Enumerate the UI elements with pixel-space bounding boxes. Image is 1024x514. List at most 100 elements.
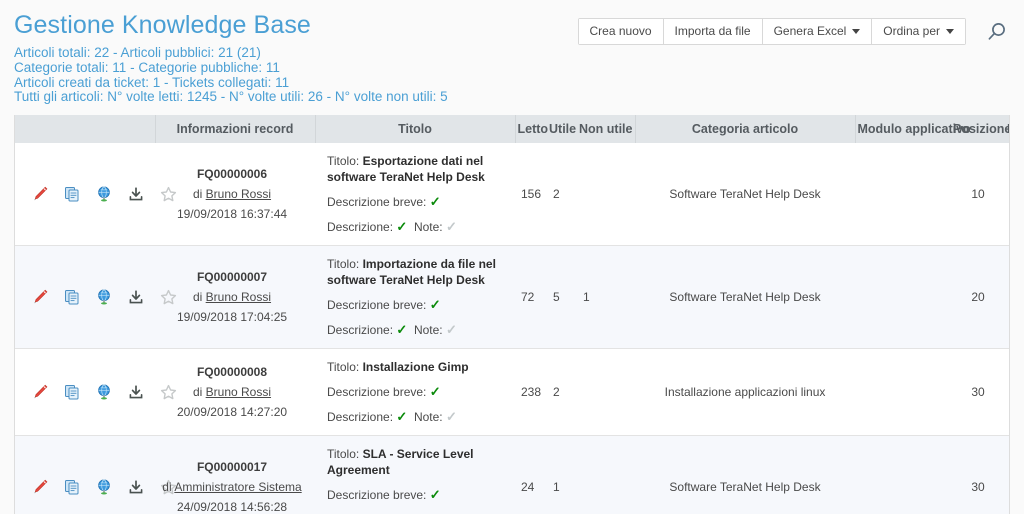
letto-value: 24 bbox=[515, 435, 547, 514]
descrizione-check-icon: ✓ bbox=[396, 322, 408, 337]
col-utile: Utile bbox=[547, 115, 577, 143]
utile-value: 1 bbox=[547, 435, 577, 514]
toolbar: Crea nuovo Importa da file Genera Excel … bbox=[577, 18, 1011, 45]
categoria-value: Software TeraNet Help Desk bbox=[635, 245, 855, 349]
descrizione-breve-row: Descrizione breve: ✓ bbox=[327, 194, 507, 210]
row-action-icons bbox=[17, 287, 177, 307]
letto-value: 156 bbox=[515, 143, 547, 246]
chevron-down-icon bbox=[852, 28, 861, 34]
toolbar-button-group: Crea nuovo Importa da file Genera Excel … bbox=[577, 18, 966, 45]
titolo-label: Titolo: bbox=[327, 154, 360, 168]
immagine-cell bbox=[1005, 348, 1009, 436]
immagine-cell bbox=[1005, 143, 1009, 246]
download-icon[interactable] bbox=[127, 477, 145, 497]
article-title-row: Titolo: Installazione Gimp bbox=[327, 359, 507, 375]
author-link[interactable]: Bruno Rossi bbox=[206, 187, 271, 201]
globe-publish-icon[interactable] bbox=[95, 477, 113, 497]
articles-table: Informazioni record Titolo Letto Utile N… bbox=[15, 115, 1009, 514]
table-row[interactable]: FQ00000007 di Bruno Rossi 19/09/2018 17:… bbox=[15, 245, 1009, 349]
posizione-value: 20 bbox=[951, 245, 1005, 349]
record-code: FQ00000017 bbox=[196, 460, 268, 474]
importa-da-file-label: Importa da file bbox=[674, 24, 751, 38]
descrizione-breve-label: Descrizione breve: bbox=[327, 298, 427, 312]
modulo-value bbox=[855, 143, 951, 246]
article-title: Installazione Gimp bbox=[362, 360, 469, 374]
descrizione-breve-row: Descrizione breve: ✓ bbox=[327, 487, 507, 503]
note-label: Note: bbox=[413, 410, 443, 424]
titolo-label: Titolo: bbox=[327, 447, 360, 461]
descrizione-label: Descrizione: bbox=[327, 410, 394, 424]
chevron-down-icon bbox=[946, 28, 954, 34]
modulo-value bbox=[855, 245, 951, 349]
title-cell: Titolo: Installazione Gimp Descrizione b… bbox=[315, 348, 515, 436]
descrizione-breve-row: Descrizione breve: ✓ bbox=[327, 384, 507, 400]
ordina-per-label: Ordina per bbox=[883, 24, 940, 38]
article-title-row: Titolo: SLA - Service Level Agreement bbox=[327, 446, 507, 478]
record-author: di Bruno Rossi bbox=[192, 385, 272, 399]
posizione-value: 10 bbox=[951, 143, 1005, 246]
col-letto: Letto bbox=[515, 115, 548, 143]
author-link[interactable]: Amministratore Sistema bbox=[174, 480, 301, 494]
descrizione-breve-label: Descrizione breve: bbox=[327, 385, 427, 399]
title-cell: Titolo: SLA - Service Level Agreement De… bbox=[315, 435, 515, 514]
copy-icon[interactable] bbox=[63, 477, 81, 497]
star-favorite-icon[interactable] bbox=[159, 184, 178, 204]
col-categoria-articolo: Categoria articolo bbox=[635, 115, 856, 143]
edit-pencil-icon[interactable] bbox=[31, 477, 49, 497]
descrizione-breve-label: Descrizione breve: bbox=[327, 488, 427, 502]
record-code: FQ00000008 bbox=[196, 365, 268, 379]
record-date: 20/09/2018 14:27:20 bbox=[176, 405, 288, 419]
search-icon[interactable] bbox=[984, 19, 1010, 45]
crea-nuovo-button[interactable]: Crea nuovo bbox=[578, 19, 664, 44]
table-row[interactable]: FQ00000006 di Bruno Rossi 19/09/2018 16:… bbox=[15, 143, 1009, 246]
table-header: Informazioni record Titolo Letto Utile N… bbox=[15, 115, 1009, 143]
descrizione-breve-check-icon: ✓ bbox=[429, 194, 441, 209]
note-check-icon: ✓ bbox=[445, 322, 457, 337]
importa-da-file-button[interactable]: Importa da file bbox=[663, 19, 763, 44]
copy-icon[interactable] bbox=[63, 287, 81, 307]
descrizione-label: Descrizione: bbox=[327, 323, 394, 337]
download-icon[interactable] bbox=[127, 287, 145, 307]
descrizione-label: Descrizione: bbox=[327, 220, 394, 234]
letto-value: 238 bbox=[515, 348, 547, 436]
globe-publish-icon[interactable] bbox=[95, 287, 113, 307]
download-icon[interactable] bbox=[127, 184, 145, 204]
record-date: 24/09/2018 14:56:28 bbox=[176, 500, 288, 514]
edit-pencil-icon[interactable] bbox=[31, 184, 49, 204]
col-informazioni-record: Informazioni record bbox=[155, 115, 316, 143]
record-code: FQ00000006 bbox=[196, 167, 268, 181]
col-non-utile: Non utile bbox=[577, 115, 636, 143]
globe-publish-icon[interactable] bbox=[95, 382, 113, 402]
table-row[interactable]: FQ00000017 di Amministratore Sistema 24/… bbox=[15, 435, 1009, 514]
author-link[interactable]: Bruno Rossi bbox=[206, 385, 271, 399]
categoria-value: Installazione applicazioni linux bbox=[635, 348, 855, 436]
table-row[interactable]: FQ00000008 di Bruno Rossi 20/09/2018 14:… bbox=[15, 348, 1009, 436]
posizione-value: 30 bbox=[951, 348, 1005, 436]
immagine-cell bbox=[1005, 245, 1009, 349]
author-link[interactable]: Bruno Rossi bbox=[206, 290, 271, 304]
row-action-icons bbox=[17, 382, 177, 402]
non-utile-value: 1 bbox=[577, 245, 635, 349]
copy-icon[interactable] bbox=[63, 184, 81, 204]
title-cell: Titolo: Importazione da file nel softwar… bbox=[315, 245, 515, 349]
globe-publish-icon[interactable] bbox=[95, 184, 113, 204]
page-header: Gestione Knowledge Base Articoli totali:… bbox=[0, 0, 1024, 105]
download-icon[interactable] bbox=[127, 382, 145, 402]
record-info-cell: FQ00000017 di Amministratore Sistema 24/… bbox=[155, 435, 315, 514]
ordina-per-button[interactable]: Ordina per bbox=[872, 19, 965, 44]
record-info-cell: FQ00000007 di Bruno Rossi 19/09/2018 17:… bbox=[155, 245, 315, 349]
genera-excel-button[interactable]: Genera Excel bbox=[762, 19, 873, 44]
titolo-label: Titolo: bbox=[327, 360, 360, 374]
record-date: 19/09/2018 16:37:44 bbox=[176, 207, 288, 221]
star-favorite-icon[interactable] bbox=[159, 382, 178, 402]
edit-pencil-icon[interactable] bbox=[31, 382, 49, 402]
table-header-row: Informazioni record Titolo Letto Utile N… bbox=[15, 115, 1009, 143]
genera-excel-label: Genera Excel bbox=[773, 24, 847, 38]
copy-icon[interactable] bbox=[63, 382, 81, 402]
star-favorite-icon[interactable] bbox=[159, 287, 178, 307]
edit-pencil-icon[interactable] bbox=[31, 287, 49, 307]
titolo-label: Titolo: bbox=[327, 257, 360, 271]
non-utile-value bbox=[577, 435, 635, 514]
utile-value: 2 bbox=[547, 348, 577, 436]
note-check-icon: ✓ bbox=[445, 409, 457, 424]
